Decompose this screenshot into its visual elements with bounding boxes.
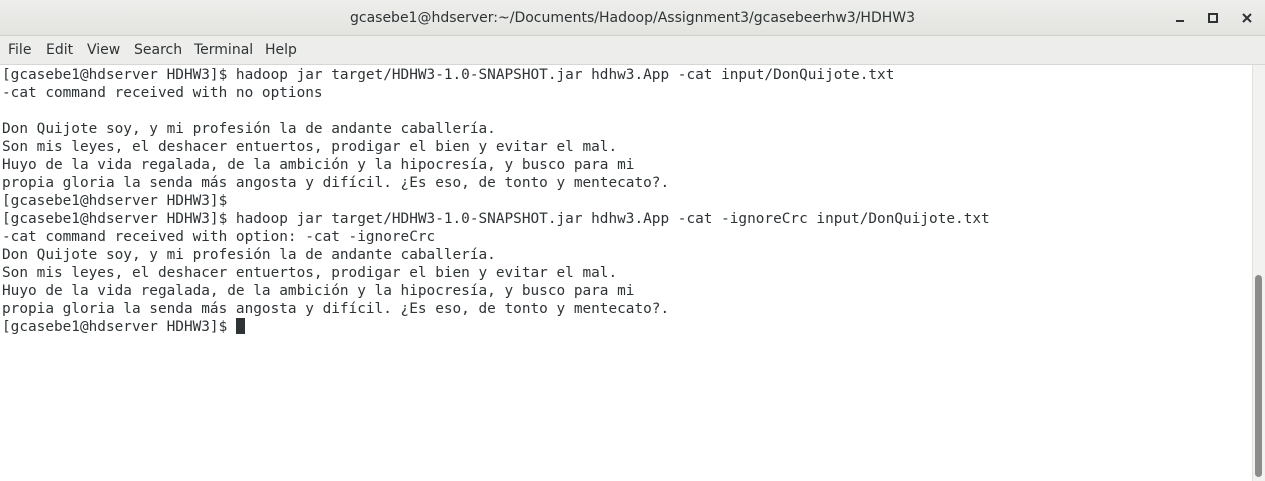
terminal-line: propia gloria la senda más angosta y dif… xyxy=(2,175,670,191)
terminal-window: gcasebe1@hdserver:~/Documents/Hadoop/Ass… xyxy=(0,0,1265,481)
terminal-line: propia gloria la senda más angosta y dif… xyxy=(2,301,670,317)
terminal-line: Huyo de la vida regalada, de la ambición… xyxy=(2,283,635,299)
vertical-scrollbar[interactable] xyxy=(1252,65,1265,481)
terminal-line: Don Quijote soy, y mi profesión la de an… xyxy=(2,247,496,263)
menu-file[interactable]: File xyxy=(0,36,39,64)
menu-terminal[interactable]: Terminal xyxy=(186,36,261,64)
terminal-line: [gcasebe1@hdserver HDHW3]$ xyxy=(2,193,228,209)
close-icon xyxy=(1242,13,1252,23)
terminal-output[interactable]: [gcasebe1@hdserver HDHW3]$ hadoop jar ta… xyxy=(0,65,1252,481)
menu-help[interactable]: Help xyxy=(257,36,305,64)
scrollbar-thumb[interactable] xyxy=(1255,275,1262,477)
title-bar[interactable]: gcasebe1@hdserver:~/Documents/Hadoop/Ass… xyxy=(0,0,1265,36)
terminal-line: [gcasebe1@hdserver HDHW3]$ hadoop jar ta… xyxy=(2,67,895,83)
terminal-line: [gcasebe1@hdserver HDHW3]$ hadoop jar ta… xyxy=(2,211,990,227)
window-title: gcasebe1@hdserver:~/Documents/Hadoop/Ass… xyxy=(349,10,916,26)
text-cursor xyxy=(235,318,245,334)
maximize-icon xyxy=(1208,13,1218,23)
minimize-icon xyxy=(1176,20,1184,22)
menu-edit[interactable]: Edit xyxy=(38,36,81,64)
terminal-line: Huyo de la vida regalada, de la ambición… xyxy=(2,157,635,173)
terminal-line: -cat command received with no options xyxy=(2,85,323,101)
menu-search[interactable]: Search xyxy=(126,36,190,64)
terminal-line: Don Quijote soy, y mi profesión la de an… xyxy=(2,121,496,137)
terminal-prompt-line: [gcasebe1@hdserver HDHW3]$ xyxy=(2,318,245,336)
close-button[interactable] xyxy=(1235,6,1259,30)
terminal-prompt: [gcasebe1@hdserver HDHW3]$ xyxy=(2,319,236,335)
terminal-line: Son mis leyes, el deshacer entuertos, pr… xyxy=(2,139,618,155)
minimize-button[interactable] xyxy=(1168,6,1192,30)
terminal-line: Son mis leyes, el deshacer entuertos, pr… xyxy=(2,265,618,281)
terminal-line: -cat command received with option: -cat … xyxy=(2,229,436,245)
menu-bar: File Edit View Search Terminal Help xyxy=(0,36,1265,65)
maximize-button[interactable] xyxy=(1201,6,1225,30)
menu-view[interactable]: View xyxy=(79,36,128,64)
